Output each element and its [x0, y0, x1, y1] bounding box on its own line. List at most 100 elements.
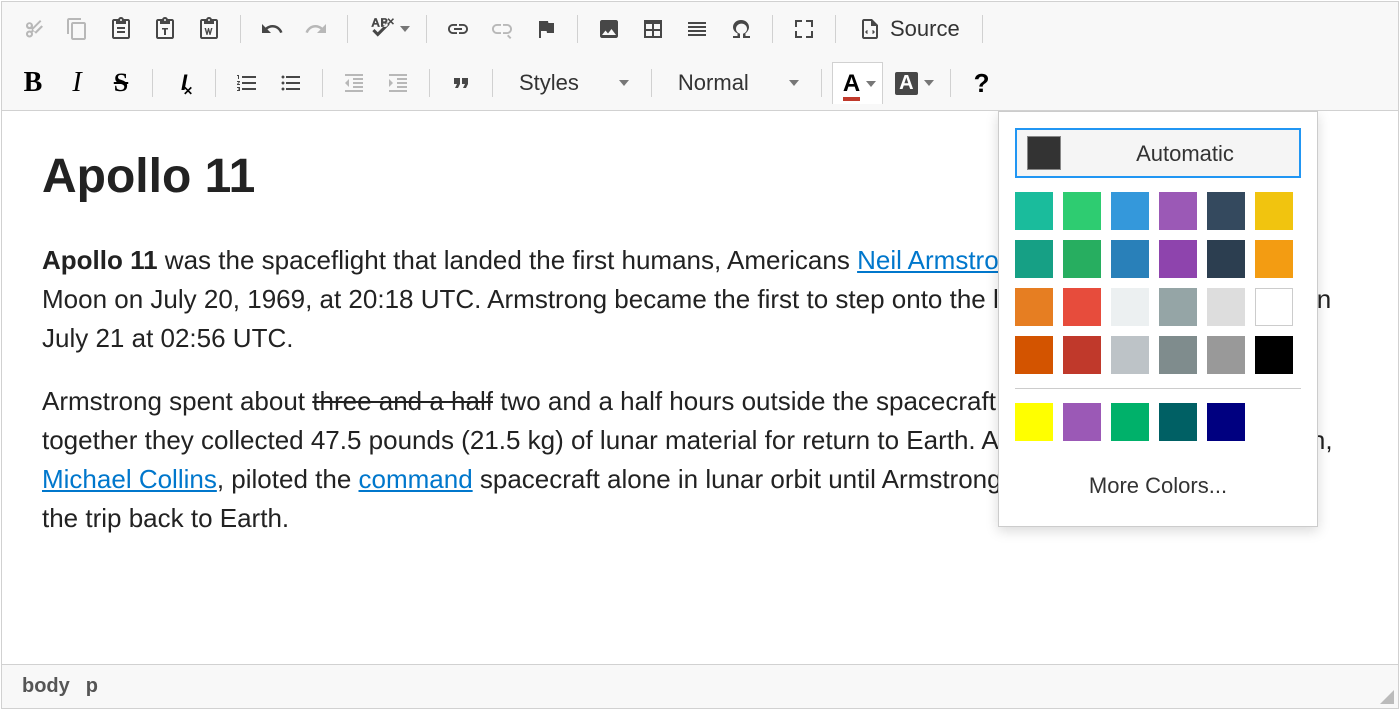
color-swatch[interactable]	[1255, 240, 1293, 278]
color-swatch[interactable]	[1015, 192, 1053, 230]
spellcheck-button[interactable]	[358, 8, 416, 50]
separator	[322, 69, 323, 97]
paste-word-icon	[197, 17, 221, 41]
color-swatch[interactable]	[1111, 192, 1149, 230]
color-swatch[interactable]	[1255, 192, 1293, 230]
separator	[577, 15, 578, 43]
separator	[821, 69, 822, 97]
numbered-list-icon	[235, 71, 259, 95]
source-button[interactable]: Source	[846, 8, 972, 50]
separator	[240, 15, 241, 43]
spellcheck-icon	[368, 16, 394, 42]
link-icon	[446, 17, 470, 41]
strike-text: three and a half	[312, 386, 493, 416]
text-color-button[interactable]: A	[832, 62, 883, 104]
color-swatch[interactable]	[1111, 288, 1149, 326]
color-swatch[interactable]	[1159, 240, 1197, 278]
omega-icon	[729, 17, 753, 41]
color-swatch[interactable]	[1015, 240, 1053, 278]
paste-button[interactable]	[100, 8, 142, 50]
bold-icon: B	[24, 67, 43, 99]
strike-icon: S	[114, 68, 128, 98]
format-combo[interactable]: Normal	[662, 62, 811, 104]
unlink-button[interactable]	[481, 8, 523, 50]
recent-color-swatch[interactable]	[1015, 403, 1053, 441]
chevron-down-icon	[866, 81, 876, 87]
specialchar-button[interactable]	[720, 8, 762, 50]
color-swatch[interactable]	[1159, 192, 1197, 230]
color-swatch[interactable]	[1207, 336, 1245, 374]
editor-content[interactable]: Apollo 11 Apollo 11 was the spaceflight …	[2, 111, 1398, 664]
text-color-icon: A	[843, 70, 860, 98]
image-button[interactable]	[588, 8, 630, 50]
remove-format-icon: I✕	[181, 70, 187, 96]
table-button[interactable]	[632, 8, 674, 50]
format-label: Normal	[678, 70, 749, 96]
hr-button[interactable]	[676, 8, 718, 50]
styles-combo[interactable]: Styles	[503, 62, 641, 104]
source-label: Source	[890, 16, 960, 42]
recent-color-swatch[interactable]	[1111, 403, 1149, 441]
undo-button[interactable]	[251, 8, 293, 50]
paste-text-button[interactable]	[144, 8, 186, 50]
color-swatch[interactable]	[1063, 336, 1101, 374]
statusbar: body p	[2, 664, 1398, 708]
cut-button[interactable]	[12, 8, 54, 50]
bold-button[interactable]: B	[12, 62, 54, 104]
resize-grip[interactable]	[1378, 688, 1394, 704]
redo-icon	[304, 17, 328, 41]
separator	[429, 69, 430, 97]
separator	[982, 15, 983, 43]
indent-button[interactable]	[377, 62, 419, 104]
color-swatch[interactable]	[1111, 336, 1149, 374]
italic-icon: I	[72, 67, 81, 99]
color-swatch[interactable]	[1111, 240, 1149, 278]
color-swatch[interactable]	[1015, 288, 1053, 326]
bullet-list-button[interactable]	[270, 62, 312, 104]
anchor-button[interactable]	[525, 8, 567, 50]
numbered-list-button[interactable]	[226, 62, 268, 104]
recent-colors-grid	[1015, 403, 1301, 441]
color-swatch[interactable]	[1063, 192, 1101, 230]
copy-button[interactable]	[56, 8, 98, 50]
recent-color-swatch[interactable]	[1159, 403, 1197, 441]
bold-text: Apollo 11	[42, 245, 158, 275]
blockquote-button[interactable]	[440, 62, 482, 104]
toolbar: Source B I S I✕	[2, 2, 1398, 111]
color-swatch[interactable]	[1015, 336, 1053, 374]
chevron-down-icon	[619, 80, 629, 86]
panel-divider	[1015, 388, 1301, 389]
color-swatch[interactable]	[1159, 336, 1197, 374]
automatic-color-button[interactable]: Automatic	[1015, 128, 1301, 178]
color-swatch[interactable]	[1255, 288, 1293, 326]
redo-button[interactable]	[295, 8, 337, 50]
color-swatch[interactable]	[1207, 288, 1245, 326]
maximize-button[interactable]	[783, 8, 825, 50]
elements-path-p[interactable]: p	[86, 675, 98, 698]
paste-word-button[interactable]	[188, 8, 230, 50]
color-swatch[interactable]	[1063, 240, 1101, 278]
outdent-icon	[342, 71, 366, 95]
about-button[interactable]: ?	[961, 62, 1003, 104]
color-swatch[interactable]	[1207, 240, 1245, 278]
more-colors-button[interactable]: More Colors...	[1015, 461, 1301, 510]
remove-format-button[interactable]: I✕	[163, 62, 205, 104]
link-button[interactable]	[437, 8, 479, 50]
link-michael-collins[interactable]: Michael Collins	[42, 464, 217, 494]
color-swatch[interactable]	[1207, 192, 1245, 230]
recent-color-swatch[interactable]	[1063, 403, 1101, 441]
elements-path-body[interactable]: body	[22, 675, 70, 698]
strike-button[interactable]: S	[100, 62, 142, 104]
recent-color-swatch[interactable]	[1207, 403, 1245, 441]
color-swatch[interactable]	[1255, 336, 1293, 374]
italic-button[interactable]: I	[56, 62, 98, 104]
toolbar-row-2: B I S I✕	[2, 56, 1398, 110]
bg-color-button[interactable]: A	[885, 62, 939, 104]
indent-icon	[386, 71, 410, 95]
justify-icon	[685, 17, 709, 41]
color-swatch[interactable]	[1063, 288, 1101, 326]
color-swatch[interactable]	[1159, 288, 1197, 326]
outdent-button[interactable]	[333, 62, 375, 104]
link-command[interactable]: command	[359, 464, 473, 494]
bg-color-icon: A	[895, 72, 917, 95]
